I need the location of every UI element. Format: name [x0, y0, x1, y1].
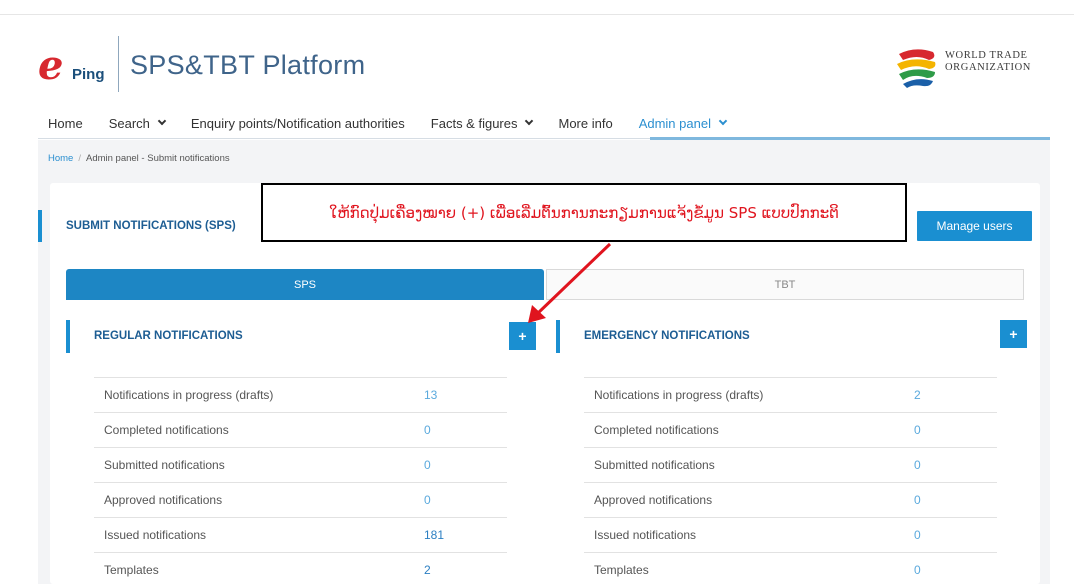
chevron-down-icon: [525, 116, 534, 126]
nav-admin-panel[interactable]: Admin panel: [638, 114, 728, 132]
stat-value[interactable]: 0: [914, 423, 921, 437]
emergency-section-accent: [556, 320, 560, 353]
nav-label: Home: [48, 115, 83, 131]
top-divider: [0, 14, 1074, 15]
nav-label: Facts & figures: [430, 115, 518, 131]
stat-label: Approved notifications: [594, 493, 713, 507]
wto-logo[interactable]: World Trade Organization: [893, 44, 1043, 94]
annotation-text: ໃຫ້ກົດປຸ່ມເຄື່ອງໝາຍ (+) ເພື່ອເລີ່ມຕົ້ນກາ…: [329, 203, 839, 222]
stat-value[interactable]: 0: [914, 528, 921, 542]
stat-row[interactable]: Templates 0: [584, 552, 997, 584]
add-emergency-notification-button[interactable]: +: [1000, 320, 1027, 348]
stat-row[interactable]: Templates 2: [94, 552, 507, 584]
stat-label: Approved notifications: [104, 493, 223, 507]
annotation-callout: ໃຫ້ກົດປຸ່ມເຄື່ອງໝາຍ (+) ເພື່ອເລີ່ມຕົ້ນກາ…: [261, 183, 907, 242]
stat-label: Templates: [104, 563, 159, 577]
stat-row[interactable]: Completed notifications 0: [94, 412, 507, 447]
stat-row[interactable]: Issued notifications 0: [584, 517, 997, 552]
stat-value[interactable]: 0: [914, 563, 921, 577]
emergency-stats-list: Notifications in progress (drafts) 2 Comp…: [584, 377, 997, 584]
stat-value[interactable]: 0: [914, 493, 921, 507]
stat-row[interactable]: Submitted notifications 0: [584, 447, 997, 482]
stat-label: Completed notifications: [594, 423, 719, 437]
stat-row[interactable]: Completed notifications 0: [584, 412, 997, 447]
stat-value[interactable]: 0: [424, 423, 431, 437]
logo-letter: e: [38, 42, 64, 89]
regular-notifications-title: REGULAR NOTIFICATIONS: [94, 330, 243, 342]
breadcrumb-current: Admin panel - Submit notifications: [85, 153, 230, 164]
main-nav: Home Search Enquiry points/Notification …: [48, 114, 752, 140]
wto-name: World Trade Organization: [945, 50, 1031, 74]
add-regular-notification-button[interactable]: +: [509, 322, 536, 350]
tab-sps[interactable]: SPS: [66, 269, 544, 300]
manage-users-button[interactable]: Manage users: [917, 211, 1032, 241]
stat-label: Submitted notifications: [594, 458, 715, 472]
stat-row[interactable]: Submitted notifications 0: [94, 447, 507, 482]
nav-label: More info: [558, 115, 613, 131]
wto-emblem-icon: [897, 49, 936, 88]
regular-stats-list: Notifications in progress (drafts) 13 Com…: [94, 377, 507, 584]
stat-label: Completed notifications: [104, 423, 229, 437]
stat-row[interactable]: Issued notifications 181: [94, 517, 507, 552]
nav-label: Enquiry points/Notification authorities: [190, 115, 405, 131]
stat-label: Issued notifications: [104, 528, 207, 542]
nav-enquiry-points[interactable]: Enquiry points/Notification authorities: [191, 114, 405, 132]
nav-label: Search: [108, 115, 150, 131]
stat-value[interactable]: 0: [914, 458, 921, 472]
stat-value[interactable]: 181: [424, 528, 444, 542]
chevron-down-icon: [718, 116, 728, 126]
nav-label: Admin panel: [638, 115, 711, 131]
stat-value[interactable]: 0: [424, 458, 431, 472]
stat-label: Templates: [594, 563, 649, 577]
nav-search[interactable]: Search: [108, 114, 167, 132]
nav-home[interactable]: Home: [48, 114, 83, 132]
breadcrumb-separator: /: [78, 153, 81, 164]
stat-value[interactable]: 2: [424, 563, 431, 577]
nav-facts-figures[interactable]: Facts & figures: [430, 114, 534, 132]
breadcrumb-home[interactable]: Home: [48, 153, 73, 164]
chevron-down-icon: [157, 116, 167, 126]
panel-title: SUBMIT NOTIFICATIONS (SPS): [66, 220, 236, 232]
emergency-notifications-title: EMERGENCY NOTIFICATIONS: [584, 330, 750, 342]
stat-row[interactable]: Notifications in progress (drafts) 2: [584, 377, 997, 412]
stat-row[interactable]: Approved notifications 0: [94, 482, 507, 517]
stat-label: Submitted notifications: [104, 458, 225, 472]
platform-title: SPS&TBT Platform: [130, 50, 366, 80]
stat-label: Notifications in progress (drafts): [594, 388, 764, 402]
header-divider: [118, 36, 119, 92]
logo-text: Ping: [72, 66, 105, 83]
stat-value[interactable]: 0: [424, 493, 431, 507]
tab-tbt[interactable]: TBT: [546, 269, 1024, 300]
wto-name-line2: Organization: [945, 62, 1031, 73]
stat-label: Notifications in progress (drafts): [104, 388, 274, 402]
stat-value[interactable]: 13: [424, 388, 437, 402]
breadcrumb: Home / Admin panel - Submit notifications: [48, 153, 230, 164]
stat-row[interactable]: Approved notifications 0: [584, 482, 997, 517]
nav-more-info[interactable]: More info: [558, 114, 612, 132]
stat-row[interactable]: Notifications in progress (drafts) 13: [94, 377, 507, 412]
panel-title-accent: [38, 210, 42, 242]
stat-value[interactable]: 2: [914, 388, 921, 402]
eping-logo[interactable]: e Ping: [38, 38, 120, 88]
wto-name-line1: World Trade: [945, 50, 1028, 61]
stat-label: Issued notifications: [594, 528, 697, 542]
regular-section-accent: [66, 320, 70, 353]
